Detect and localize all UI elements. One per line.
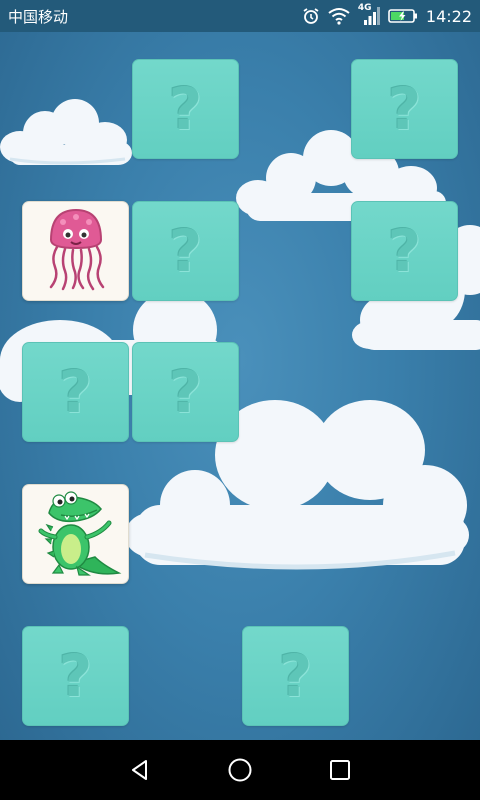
question-mark-icon: ? [168,217,203,285]
crocodile-icon [38,491,122,576]
memory-card-hidden[interactable]: ? [132,201,239,301]
memory-card-hidden[interactable]: ? [22,626,129,726]
navigation-bar [0,740,480,800]
question-mark-icon: ? [168,358,203,426]
memory-card-hidden[interactable]: ? [351,59,458,159]
memory-card-hidden[interactable]: ? [132,342,239,442]
wifi-icon [328,8,350,25]
question-mark-icon: ? [278,642,313,710]
home-button[interactable] [220,750,260,790]
question-mark-icon: ? [58,358,93,426]
memory-card-jellyfish[interactable] [22,201,129,301]
memory-card-hidden[interactable]: ? [351,201,458,301]
status-bar: 中国移动 4G 14:22 [0,0,480,32]
home-icon [228,758,252,782]
cloud-decoration [0,99,132,165]
memory-card-hidden[interactable]: ? [22,342,129,442]
memory-card-hidden[interactable]: ? [132,59,239,159]
clock: 14:22 [425,6,472,26]
memory-card-hidden[interactable]: ? [242,626,349,726]
signal-icon: 4G [358,3,380,26]
carrier-name: 中国移动 [8,7,69,26]
alarm-icon [303,8,319,24]
back-icon [132,760,147,780]
question-mark-icon: ? [387,75,422,143]
recents-icon [330,760,350,780]
jellyfish-icon [49,208,105,291]
question-mark-icon: ? [58,642,93,710]
recents-button[interactable] [320,750,360,790]
question-mark-icon: ? [168,75,203,143]
game-screen: ? ? ? ? ? ? ? ? [0,0,480,800]
back-button[interactable] [120,750,160,790]
memory-card-crocodile[interactable] [22,484,129,584]
question-mark-icon: ? [387,217,422,285]
status-icons: 4G 14:22 [302,3,472,26]
battery-charging-icon [388,9,417,23]
